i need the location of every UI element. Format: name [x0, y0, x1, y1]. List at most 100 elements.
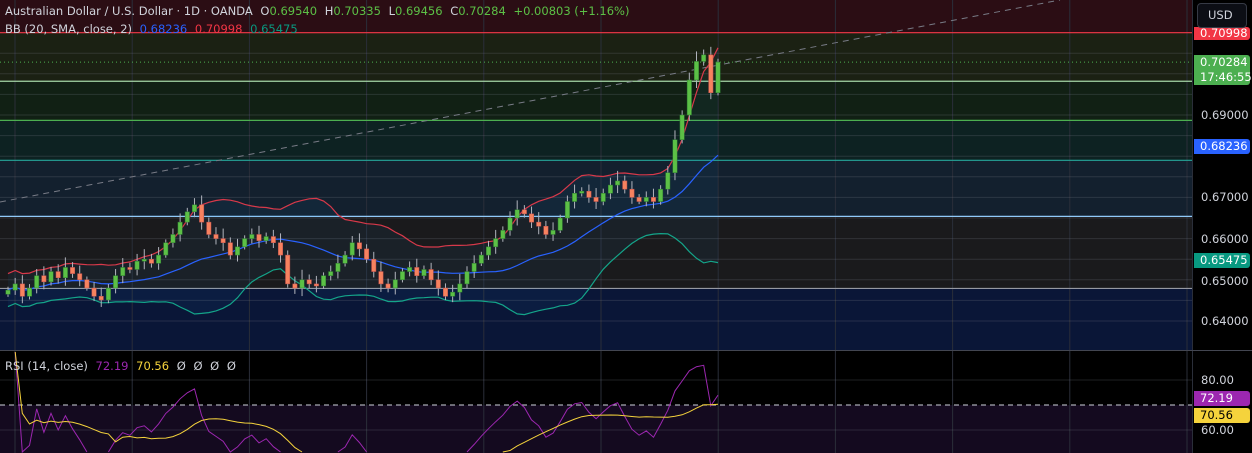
- price-tick: 0.67000: [1201, 190, 1249, 204]
- candle-body: [105, 287, 111, 301]
- empty-value: Ø: [226, 359, 236, 373]
- candle-body: [514, 209, 520, 219]
- candle-body: [227, 242, 233, 256]
- candle-body: [622, 180, 628, 190]
- rsi-legend[interactable]: RSI (14, close) 72.19 70.56 Ø Ø Ø Ø: [5, 359, 240, 373]
- candle-body: [192, 204, 197, 213]
- candle-body: [428, 269, 434, 281]
- empty-value: Ø: [176, 359, 186, 373]
- candle-body: [392, 279, 398, 289]
- bb-upper-tag: 0.70998: [1194, 27, 1250, 40]
- candle-body: [177, 221, 183, 235]
- candle-body: [478, 254, 484, 264]
- candle-body: [636, 197, 642, 202]
- price-axis[interactable]: 0.70998 0.70284 17:46:55 0.69000 0.67000 …: [0, 0, 1252, 453]
- candle-body: [385, 283, 391, 289]
- rsi-value: 72.19: [95, 359, 129, 373]
- candle-body: [557, 217, 563, 231]
- rsi-band: [0, 405, 1192, 453]
- bb-basis-tag: 0.68236: [1194, 139, 1250, 154]
- candle-body: [98, 296, 104, 301]
- candle-body: [500, 230, 506, 239]
- price-tick: 0.66000: [1201, 232, 1249, 246]
- candle-body: [435, 279, 441, 289]
- candle-body: [349, 242, 355, 256]
- countdown: 17:46:55: [1200, 70, 1252, 84]
- candle-body: [278, 242, 283, 256]
- candle-body: [12, 283, 18, 291]
- ohlc-low: L0.69456: [389, 4, 443, 18]
- candle-body: [715, 61, 721, 94]
- candle-body: [371, 258, 377, 272]
- last-price-tag: 0.70284 17:46:55: [1194, 55, 1252, 85]
- candle-body: [213, 234, 219, 239]
- candle-body: [672, 139, 678, 173]
- candle-body: [55, 271, 61, 278]
- candle-body: [364, 248, 370, 260]
- price-tick: 0.69000: [1201, 108, 1249, 122]
- candle-body: [163, 242, 169, 256]
- candle-body: [679, 114, 685, 140]
- candle-body: [206, 221, 212, 235]
- zone-fill: [0, 81, 1192, 121]
- price-tick: 0.64000: [1201, 314, 1249, 328]
- rsi-ma-value: 70.56: [136, 359, 170, 373]
- candle-body: [464, 271, 470, 285]
- candle-body: [27, 287, 32, 297]
- bb-legend[interactable]: BB (20, SMA, close, 2) 0.68236 0.70998 0…: [5, 22, 302, 36]
- candle-body: [120, 267, 126, 276]
- rsi-tick: 60.00: [1201, 423, 1234, 437]
- candle-body: [407, 267, 413, 272]
- candle-body: [486, 246, 491, 256]
- candle-body: [471, 263, 477, 272]
- candle-body: [292, 283, 298, 289]
- candle-body: [156, 254, 162, 264]
- candle-body: [651, 197, 656, 202]
- candle-body: [263, 236, 269, 241]
- chart-canvas[interactable]: [0, 0, 1192, 453]
- candle-body: [5, 289, 11, 295]
- candle-body: [41, 275, 47, 283]
- rsi-ma-tag: 70.56: [1194, 408, 1250, 423]
- candle-body: [579, 190, 585, 194]
- l-value: 0.69456: [394, 4, 443, 18]
- currency-button[interactable]: USD: [1197, 3, 1247, 28]
- candle-body: [235, 246, 240, 256]
- candle-body: [450, 291, 456, 297]
- candle-body: [629, 188, 635, 198]
- candle-body: [306, 279, 312, 285]
- candle-body: [593, 197, 599, 202]
- candle-body: [536, 221, 542, 227]
- candle-body: [62, 267, 68, 278]
- price-tick: 0.65000: [1201, 274, 1249, 288]
- candle-body: [507, 217, 513, 231]
- pane-separator[interactable]: [0, 350, 1252, 351]
- candle-body: [313, 283, 319, 287]
- candle-body: [493, 238, 499, 248]
- symbol-legend: Australian Dollar / U.S. Dollar · 1D · O…: [5, 4, 633, 18]
- bb-lower-value: 0.65475: [250, 22, 298, 36]
- candle-body: [134, 261, 140, 270]
- candle-body: [249, 234, 255, 239]
- candle-body: [170, 234, 176, 243]
- rsi-tick: 80.00: [1201, 373, 1234, 387]
- candle-body: [550, 230, 556, 235]
- candle-body: [242, 238, 248, 248]
- candle-body: [91, 287, 97, 297]
- candle-body: [701, 54, 707, 62]
- candle-body: [113, 275, 119, 289]
- bb-basis-value: 0.68236: [139, 22, 188, 36]
- candle-body: [77, 273, 83, 281]
- candle-body: [342, 254, 348, 264]
- candle-body: [564, 201, 570, 219]
- o-value: 0.69540: [269, 4, 318, 18]
- candle-body: [686, 79, 692, 116]
- rsi-label: RSI (14, close): [5, 359, 88, 373]
- h-value: 0.70335: [333, 4, 381, 18]
- candle-body: [399, 271, 405, 281]
- candle-body: [658, 188, 664, 202]
- ohlc-open: O0.69540: [260, 4, 317, 18]
- candle-body: [421, 269, 427, 276]
- candle-body: [356, 242, 362, 250]
- candle-body: [694, 61, 699, 81]
